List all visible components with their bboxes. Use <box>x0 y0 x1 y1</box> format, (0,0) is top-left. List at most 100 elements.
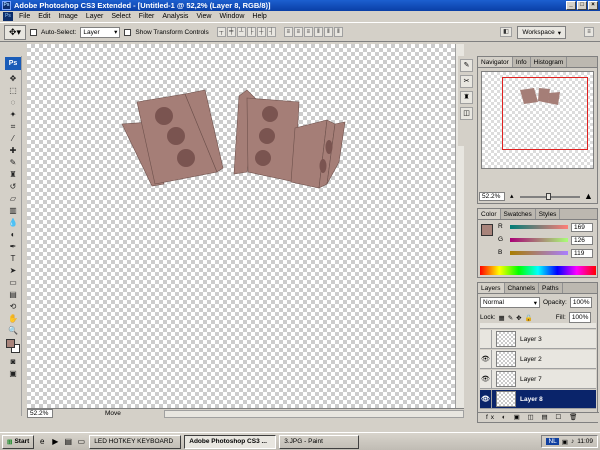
menu-filter[interactable]: Filter <box>135 13 159 20</box>
zoom-field[interactable]: 52.2% <box>27 409 53 418</box>
distribute-top-icon[interactable]: ≡ <box>283 27 293 37</box>
tab-styles[interactable]: Styles <box>536 209 561 219</box>
tab-paths[interactable]: Paths <box>539 283 563 293</box>
task-led-hotkey[interactable]: LED HOTKEY KEYBOARD <box>89 434 182 449</box>
hand-tool-icon[interactable]: ✋ <box>6 313 20 324</box>
healing-brush-tool-icon[interactable]: ✚ <box>6 145 20 156</box>
task-paint[interactable]: 3.JPG - Paint <box>279 434 360 449</box>
tab-channels[interactable]: Channels <box>505 283 539 293</box>
distribute-vcenter-icon[interactable]: ≡ <box>293 27 303 37</box>
move-tool-icon[interactable]: ✥ <box>6 73 20 84</box>
eye-icon[interactable]: 👁 <box>480 370 492 388</box>
zoom-tool-icon[interactable]: 🔍 <box>6 325 20 336</box>
show-transform-checkbox[interactable] <box>124 28 132 36</box>
tab-navigator[interactable]: Navigator <box>478 57 513 67</box>
g-value[interactable]: 126 <box>571 236 593 245</box>
path-selection-tool-icon[interactable]: ➤ <box>6 265 20 276</box>
history-panel-icon[interactable]: ◫ <box>460 107 473 120</box>
tab-layers[interactable]: Layers <box>478 283 505 293</box>
tab-histogram[interactable]: Histogram <box>531 57 568 67</box>
maximize-button[interactable]: □ <box>577 1 587 10</box>
dodge-tool-icon[interactable]: ◐ <box>6 229 20 240</box>
navigator-thumbnail[interactable] <box>481 71 594 169</box>
document-icon[interactable]: Ps <box>3 12 13 21</box>
r-value[interactable]: 169 <box>571 223 593 232</box>
brush-tool-icon[interactable]: ✎ <box>6 157 20 168</box>
layer-row[interactable]: Layer 3 <box>480 330 596 349</box>
tool-preset-picker[interactable]: ✥▾ <box>4 24 26 40</box>
gradient-tool-icon[interactable]: ▥ <box>6 205 20 216</box>
visibility-toggle[interactable] <box>480 330 492 348</box>
brushes-panel-icon[interactable]: ✎ <box>460 59 473 72</box>
fill-field[interactable]: 100% <box>568 312 591 323</box>
screen-mode-icon[interactable]: ▣ <box>6 368 20 379</box>
menu-window[interactable]: Window <box>215 13 248 20</box>
start-button[interactable]: ⊞ Start <box>2 434 35 449</box>
layer-row-selected[interactable]: 👁 Layer 8 <box>480 390 596 409</box>
menu-analysis[interactable]: Analysis <box>158 13 192 20</box>
distribute-right-icon[interactable]: ⦀ <box>333 27 343 37</box>
task-photoshop[interactable]: Adobe Photoshop CS3 ... <box>184 434 277 449</box>
r-slider[interactable] <box>510 225 568 229</box>
eyedropper-tool-icon[interactable]: ⁄ <box>6 133 20 144</box>
menu-edit[interactable]: Edit <box>34 13 54 20</box>
document-canvas[interactable] <box>27 44 455 408</box>
navigator-zoom-field[interactable]: 52.2% <box>479 192 505 201</box>
crop-tool-icon[interactable]: ⌗ <box>6 121 20 132</box>
zoom-out-icon[interactable]: ▴ <box>510 192 514 200</box>
layer-row[interactable]: 👁 Layer 7 <box>480 370 596 389</box>
type-tool-icon[interactable]: T <box>6 253 20 264</box>
workspace-menu[interactable]: Workspace ▾ <box>517 26 566 39</box>
lock-position-icon[interactable]: ✥ <box>516 314 521 322</box>
minimize-button[interactable]: _ <box>566 1 576 10</box>
align-vcenter-icon[interactable]: ╪ <box>226 27 236 37</box>
language-indicator[interactable]: NL <box>546 438 559 445</box>
marquee-tool-icon[interactable]: ⬚ <box>6 85 20 96</box>
eraser-tool-icon[interactable]: ▱ <box>6 193 20 204</box>
horizontal-scrollbar[interactable] <box>164 410 464 418</box>
layer-row[interactable]: 👁 Layer 2 <box>480 350 596 369</box>
lasso-tool-icon[interactable]: ◌ <box>6 97 20 108</box>
foreground-color-swatch[interactable] <box>6 339 15 348</box>
navigator-zoom-knob[interactable] <box>546 193 551 200</box>
distribute-bottom-icon[interactable]: ≡ <box>303 27 313 37</box>
color-swatches[interactable] <box>6 339 20 353</box>
magic-wand-tool-icon[interactable]: ✦ <box>6 109 20 120</box>
auto-select-checkbox[interactable] <box>30 28 37 36</box>
blur-tool-icon[interactable]: 💧 <box>6 217 20 228</box>
lock-all-icon[interactable]: 🔒 <box>525 314 533 322</box>
color-spectrum-bar[interactable] <box>480 266 596 275</box>
menu-help[interactable]: Help <box>248 13 270 20</box>
media-player-icon[interactable]: ▶ <box>50 437 60 447</box>
menu-file[interactable]: File <box>15 13 34 20</box>
zoom-in-icon[interactable]: ▲ <box>584 191 593 201</box>
3d-rotate-tool-icon[interactable]: ⟲ <box>6 301 20 312</box>
menu-select[interactable]: Select <box>107 13 134 20</box>
align-left-icon[interactable]: ├ <box>246 27 256 37</box>
distribute-hcenter-icon[interactable]: ⦀ <box>323 27 333 37</box>
lock-pixels-icon[interactable]: ✎ <box>508 314 513 322</box>
notes-tool-icon[interactable]: ▤ <box>6 289 20 300</box>
panel-menu-icon[interactable]: ≡ <box>584 27 594 37</box>
align-hcenter-icon[interactable]: ┼ <box>256 27 266 37</box>
menu-view[interactable]: View <box>192 13 215 20</box>
history-brush-tool-icon[interactable]: ↺ <box>6 181 20 192</box>
eye-icon[interactable]: 👁 <box>480 390 492 408</box>
show-desktop-icon[interactable]: ▭ <box>76 437 86 447</box>
clone-source-panel-icon[interactable]: ♜ <box>460 91 473 104</box>
tab-info[interactable]: Info <box>513 57 531 67</box>
quick-mask-icon[interactable]: ◙ <box>6 356 20 367</box>
layer-row-partial[interactable] <box>480 323 596 329</box>
tab-swatches[interactable]: Swatches <box>501 209 536 219</box>
auto-select-dropdown[interactable]: Layer ▾ <box>80 26 121 38</box>
network-icon[interactable]: ▣ <box>562 438 568 446</box>
b-slider[interactable] <box>510 251 568 255</box>
ps-badge[interactable]: Ps <box>5 57 21 70</box>
distribute-left-icon[interactable]: ⦀ <box>313 27 323 37</box>
layers-footer-buttons[interactable]: fx ◐ ▣ ◫ ▤ ☐ 🗑 <box>478 412 599 422</box>
lock-transparency-icon[interactable]: ▦ <box>499 314 505 322</box>
clone-stamp-tool-icon[interactable]: ♜ <box>6 169 20 180</box>
eye-icon[interactable]: 👁 <box>480 350 492 368</box>
menu-image[interactable]: Image <box>54 13 81 20</box>
shape-tool-icon[interactable]: ▭ <box>6 277 20 288</box>
